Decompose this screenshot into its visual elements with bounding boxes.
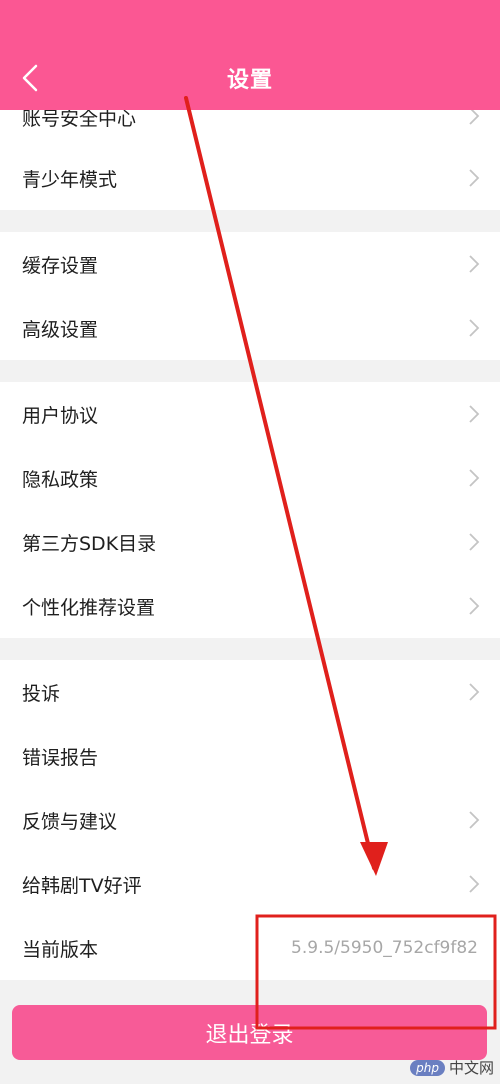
chevron-right-icon — [469, 875, 480, 893]
row-label: 个性化推荐设置 — [22, 596, 156, 619]
row-label: 给韩剧TV好评 — [22, 874, 142, 897]
row-label: 投诉 — [22, 682, 61, 705]
chevron-right-icon — [469, 255, 480, 273]
watermark-badge: php — [410, 1059, 445, 1076]
chevron-right-icon — [469, 469, 480, 487]
row-advanced-settings[interactable]: 高级设置 — [0, 296, 500, 360]
chevron-right-icon — [469, 405, 480, 423]
row-current-version: 当前版本 5.9.5/5950_752cf9f82 — [0, 916, 500, 980]
chevron-right-icon — [469, 533, 480, 551]
row-rate-app[interactable]: 给韩剧TV好评 — [0, 852, 500, 916]
row-label: 当前版本 — [22, 938, 99, 961]
row-label: 青少年模式 — [22, 168, 118, 191]
chevron-right-icon — [469, 319, 480, 337]
section-divider — [0, 210, 500, 232]
watermark-text: 中文网 — [448, 1059, 494, 1077]
chevron-right-icon — [469, 597, 480, 615]
row-feedback[interactable]: 反馈与建议 — [0, 788, 500, 852]
row-privacy-policy[interactable]: 隐私政策 — [0, 446, 500, 510]
page-title: 设置 — [226, 68, 273, 93]
row-label: 反馈与建议 — [22, 810, 118, 833]
row-teen-mode[interactable]: 青少年模式 — [0, 146, 500, 210]
row-personalized-recommend[interactable]: 个性化推荐设置 — [0, 574, 500, 638]
row-complaint[interactable]: 投诉 — [0, 660, 500, 724]
chevron-right-icon — [469, 683, 480, 701]
row-user-agreement[interactable]: 用户协议 — [0, 382, 500, 446]
section-divider — [0, 360, 500, 382]
row-label: 高级设置 — [22, 318, 99, 341]
version-value: 5.9.5/5950_752cf9f82 — [291, 938, 478, 958]
watermark: php 中文网 — [410, 1057, 494, 1078]
section-divider — [0, 638, 500, 660]
row-label: 隐私政策 — [22, 468, 99, 491]
chevron-right-icon — [469, 169, 480, 187]
row-error-report[interactable]: 错误报告 — [0, 724, 500, 788]
row-cache-settings[interactable]: 缓存设置 — [0, 232, 500, 296]
logout-button[interactable]: 退出登录 — [12, 1005, 487, 1060]
row-third-party-sdk[interactable]: 第三方SDK目录 — [0, 510, 500, 574]
row-label: 用户协议 — [22, 404, 99, 427]
top-bar: 设置 — [0, 0, 500, 110]
row-label: 缓存设置 — [22, 254, 99, 277]
settings-list: 账号安全中心 青少年模式 缓存设置 高级设置 用户协议 隐私政策 第三方SDK目… — [0, 86, 500, 980]
row-label: 第三方SDK目录 — [22, 532, 157, 555]
row-label: 错误报告 — [22, 746, 99, 769]
chevron-right-icon — [469, 811, 480, 829]
